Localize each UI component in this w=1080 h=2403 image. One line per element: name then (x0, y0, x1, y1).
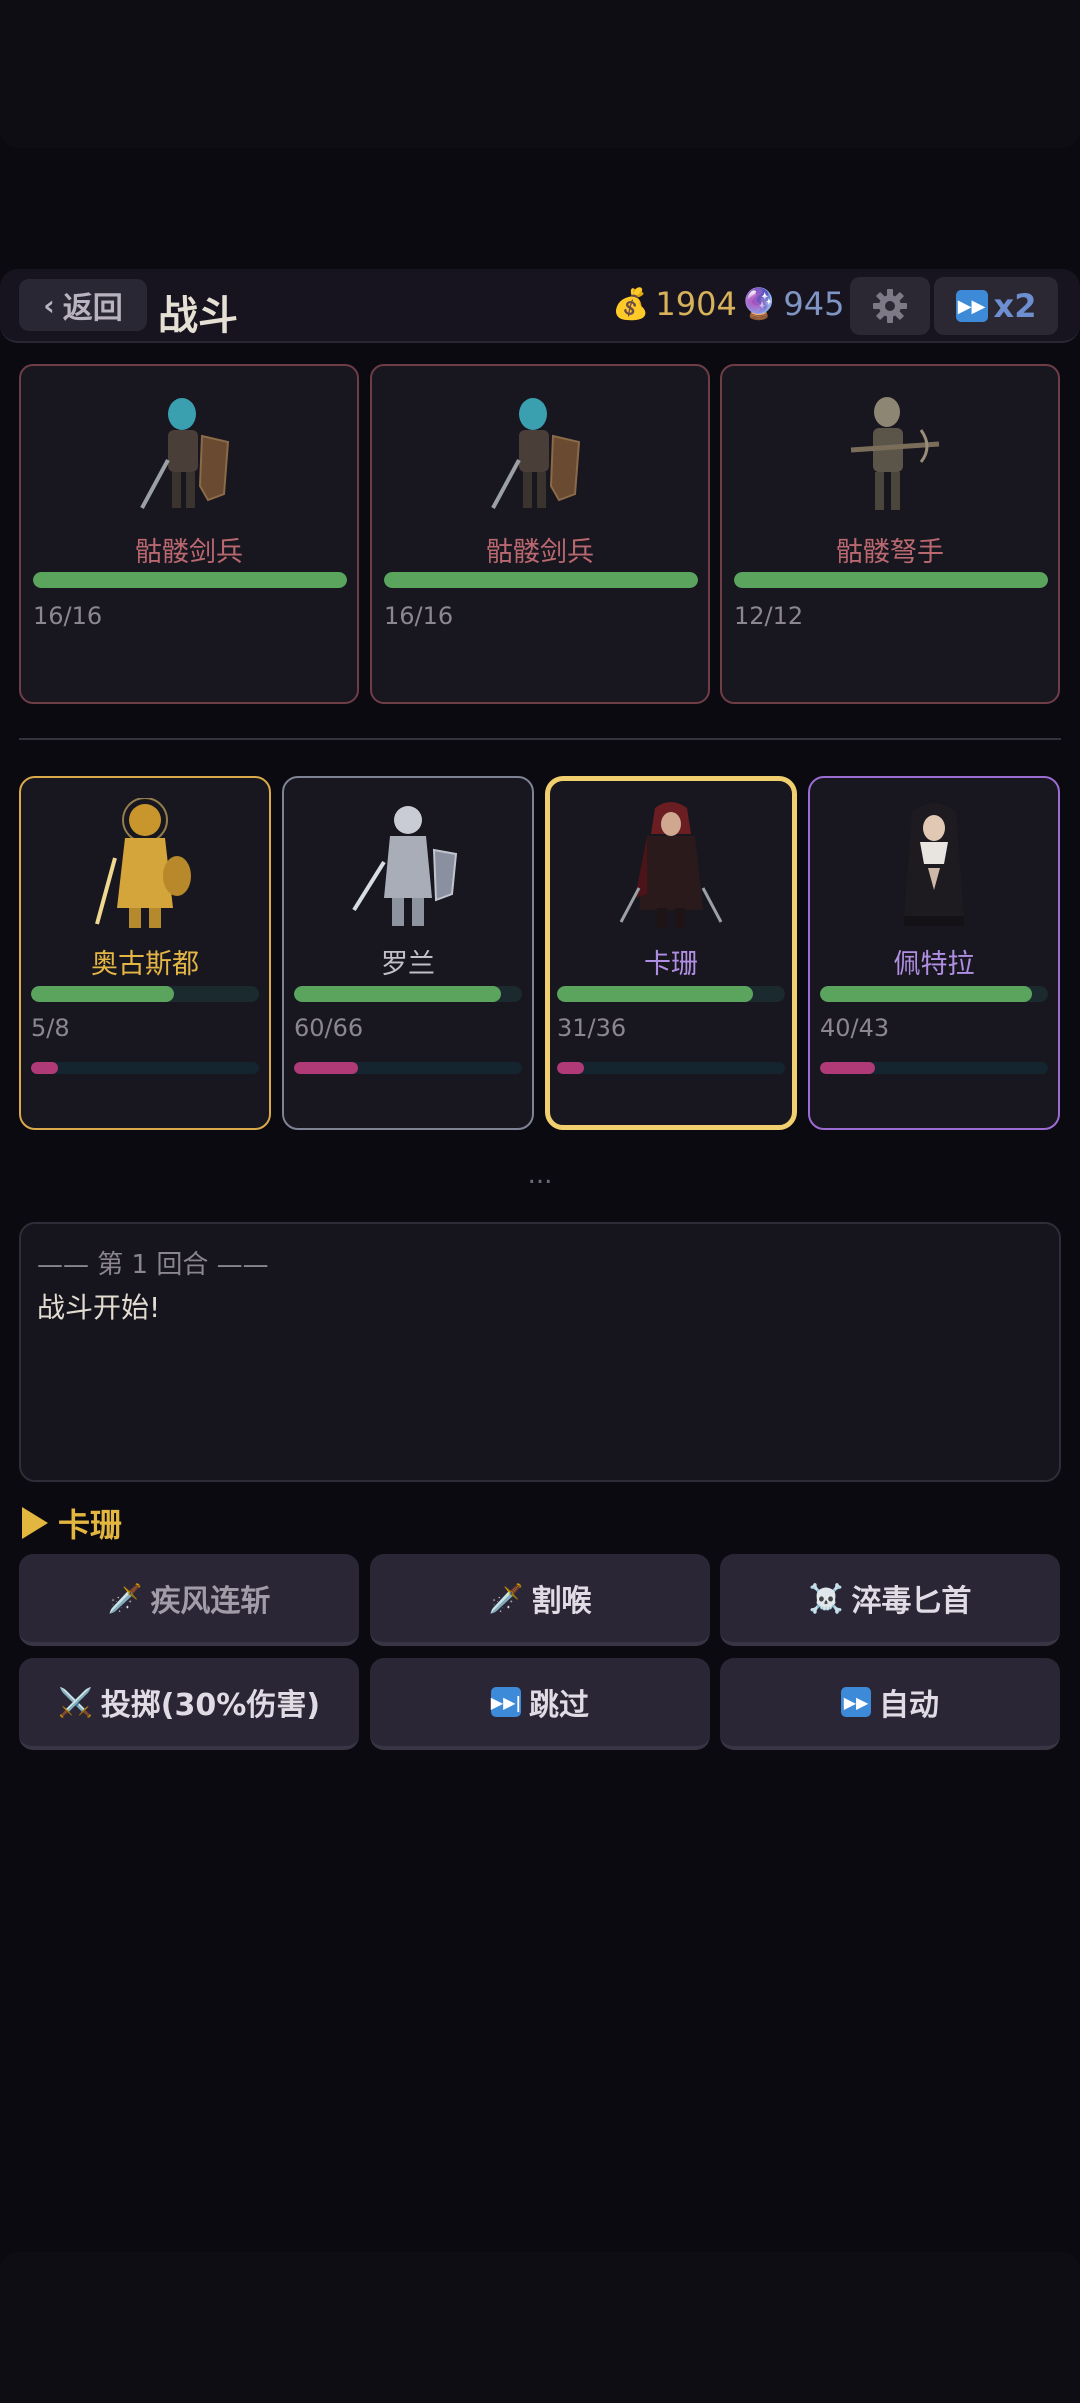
enemy-name: 骷髅弩手 (836, 537, 944, 568)
enemy-hp-text: 16/16 (384, 602, 454, 630)
crossed-swords-icon: ⚔️ (57, 1685, 93, 1719)
hero-hp-bar (557, 986, 785, 1002)
dagger-icon: 🗡️ (488, 1581, 524, 1615)
hero-hp-bar (31, 986, 259, 1002)
hp-bar-fill (734, 572, 1048, 588)
enemy-hp-text: 16/16 (33, 602, 103, 630)
hero-hp-text: 60/66 (294, 1014, 364, 1042)
gem-value: 945 (783, 285, 845, 323)
fast-forward-icon: ▶▶ (955, 290, 988, 322)
enemy-name: 骷髅剑兵 (135, 537, 243, 568)
energy-bar-fill (557, 1062, 585, 1074)
skill-label: 淬毒匕首 (851, 1584, 972, 1619)
top-safe-area (0, 0, 1080, 148)
enemy-card[interactable]: 骷髅剑兵 16/16 (370, 364, 710, 704)
back-button[interactable]: ‹ 返回 (19, 279, 147, 331)
current-hero-name: 卡珊 (58, 1506, 123, 1544)
more-indicator[interactable]: ... (0, 1160, 1080, 1190)
chevron-left-icon: ‹ (43, 288, 55, 322)
money-bag-icon: 💰 (612, 286, 650, 322)
skeleton-swordsman-portrait (140, 398, 230, 509)
skill-button-throw[interactable]: ⚔️ 投掷(30%伤害) (19, 1658, 359, 1750)
hero-hp-text: 5/8 (31, 1014, 70, 1042)
speed-label: x2 (993, 287, 1037, 325)
enemy-hp-bar (33, 572, 347, 588)
top-bar: ‹ 返回 战斗 💰 1904 🔮 945 ▶▶ x2 (0, 269, 1080, 343)
silver-knight-portrait (352, 806, 458, 926)
hooded-rogue-portrait (619, 802, 723, 928)
battle-log[interactable]: —— 第 1 回合 —— 战斗开始! (19, 1222, 1061, 1482)
hp-bar-fill (31, 986, 174, 1002)
hero-card-petra[interactable]: 佩特拉 40/43 (808, 776, 1060, 1130)
skill-label: 投掷(30%伤害) (100, 1688, 321, 1723)
skeleton-swordsman-portrait (491, 398, 581, 509)
hero-energy-bar (294, 1062, 522, 1074)
auto-label: 自动 (879, 1688, 939, 1723)
golden-knight-portrait (95, 798, 191, 928)
enemy-hp-text: 12/12 (734, 602, 804, 630)
skill-button-poison-dagger[interactable]: ☠️ 淬毒匕首 (720, 1554, 1060, 1646)
hp-bar-fill (33, 572, 347, 588)
enemy-name: 骷髅剑兵 (486, 537, 594, 568)
nun-portrait (904, 803, 964, 926)
current-turn-label: 卡珊 (22, 1500, 122, 1546)
enemy-card[interactable]: 骷髅剑兵 16/16 (19, 364, 359, 704)
skull-crossbones-icon: ☠️ (808, 1581, 844, 1615)
skill-label: 割喉 (531, 1584, 592, 1619)
hero-energy-bar (820, 1062, 1048, 1074)
enemy-card[interactable]: 骷髅弩手 12/12 (720, 364, 1060, 704)
skeleton-crossbowman-portrait (850, 397, 940, 510)
skip-button[interactable]: ▶▶| 跳过 (370, 1658, 710, 1750)
hp-bar-fill (384, 572, 698, 588)
hero-energy-bar (31, 1062, 259, 1074)
gold-value: 1904 (655, 285, 737, 323)
hero-hp-text: 40/43 (820, 1014, 890, 1042)
energy-bar-fill (294, 1062, 358, 1074)
hero-card-roland[interactable]: 罗兰 60/66 (282, 776, 534, 1130)
divider (19, 738, 1061, 740)
skip-label: 跳过 (529, 1688, 589, 1723)
hero-card-kashan-active[interactable]: 卡珊 31/36 (545, 776, 797, 1130)
gear-icon (873, 289, 907, 323)
hp-bar-fill (294, 986, 502, 1002)
enemy-hp-bar (734, 572, 1048, 588)
hp-bar-fill (820, 986, 1033, 1002)
energy-bar-fill (820, 1062, 875, 1074)
auto-button[interactable]: ▶▶ 自动 (720, 1658, 1060, 1750)
play-arrow-icon (22, 1507, 48, 1539)
hero-name: 卡珊 (644, 949, 698, 980)
log-round-header: —— 第 1 回合 —— (37, 1250, 269, 1280)
speed-button[interactable]: ▶▶ x2 (934, 277, 1058, 335)
hero-hp-text: 31/36 (557, 1014, 627, 1042)
hero-name: 佩特拉 (893, 949, 975, 980)
log-entry: 战斗开始! (37, 1291, 161, 1324)
gold-counter: 💰 1904 (612, 285, 737, 323)
fast-forward-icon: ▶▶ (841, 1687, 871, 1717)
skill-label: 疾风连斩 (150, 1584, 271, 1619)
hero-card-augustus[interactable]: 奥古斯都 5/8 (19, 776, 271, 1130)
skill-button-gale-slash[interactable]: 🗡️ 疾风连斩 (19, 1554, 359, 1646)
dagger-icon: 🗡️ (107, 1581, 143, 1615)
bottom-safe-area (0, 2252, 1080, 2403)
hero-hp-bar (294, 986, 522, 1002)
energy-bar-fill (31, 1062, 59, 1074)
hero-energy-bar (557, 1062, 785, 1074)
skill-button-throat-cut[interactable]: 🗡️ 割喉 (370, 1554, 710, 1646)
crystal-ball-icon: 🔮 (740, 286, 778, 322)
hero-hp-bar (820, 986, 1048, 1002)
hp-bar-fill (557, 986, 754, 1002)
hero-name: 罗兰 (381, 949, 435, 980)
hero-name: 奥古斯都 (91, 949, 199, 980)
back-label: 返回 (62, 291, 123, 326)
gem-counter: 🔮 945 (740, 285, 844, 323)
enemy-hp-bar (384, 572, 698, 588)
page-title: 战斗 (158, 293, 238, 339)
next-track-icon: ▶▶| (491, 1687, 521, 1717)
settings-button[interactable] (850, 277, 930, 335)
